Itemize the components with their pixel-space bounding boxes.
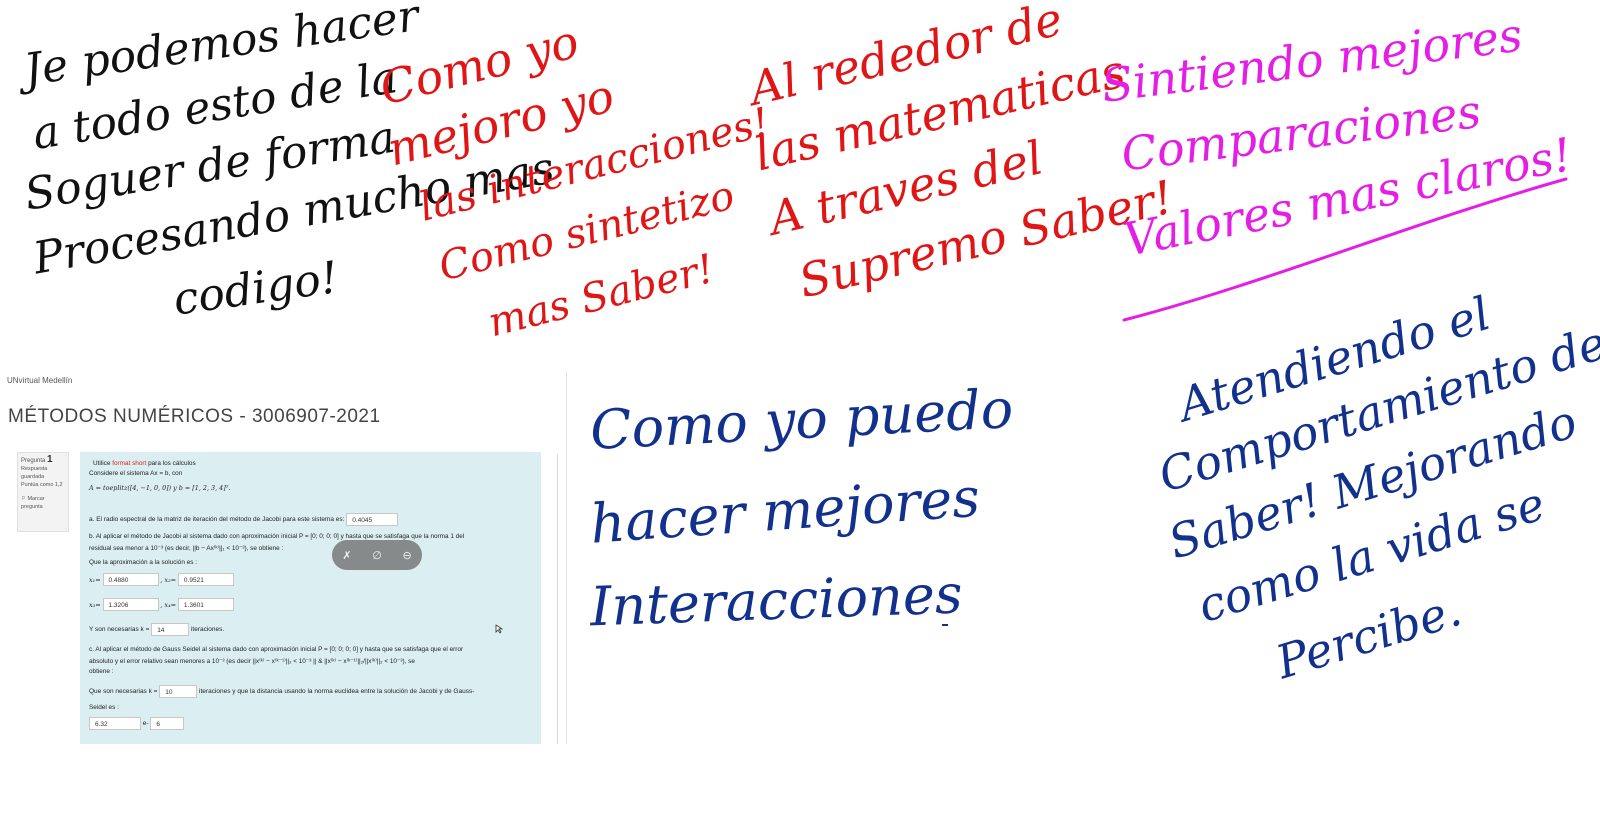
part-c-line3: obtiene : bbox=[89, 668, 114, 675]
more-options-icon[interactable]: ⊖ bbox=[402, 549, 411, 562]
x1-x2-row: x₁= 0.4880 , x₂= 0.9521 bbox=[89, 573, 234, 586]
x1-label: x₁= bbox=[89, 575, 101, 584]
intro-post: para los cálculos bbox=[148, 460, 196, 467]
question-label: Pregunta bbox=[21, 458, 46, 464]
question-number-value: 1 bbox=[47, 454, 53, 465]
x2-label: , x₂= bbox=[160, 575, 177, 584]
flag-question-link[interactable]: ⚐ Marcar pregunta bbox=[21, 495, 65, 511]
pin-off-icon[interactable]: ✗ bbox=[342, 549, 351, 562]
screen-share-controls: ✗ ∅ ⊖ bbox=[332, 540, 422, 570]
handwriting-blue-left: Como yo puedo hacer mejores Interaccione… bbox=[588, 375, 1014, 645]
mute-icon[interactable]: ∅ bbox=[372, 549, 382, 562]
distance-exponent-input[interactable]: 6 bbox=[150, 717, 185, 730]
gauss-iter-suffix: iteraciones y que la distancia usando la… bbox=[199, 688, 475, 695]
system-statement: Considere el sistema Ax = b, con bbox=[89, 470, 183, 477]
handwriting-line: Interacciones bbox=[589, 562, 964, 639]
mouse-cursor-icon bbox=[495, 624, 503, 634]
part-a-text: a. El radio espectral de la matriz de it… bbox=[89, 516, 345, 523]
x2-input[interactable]: 0.9521 bbox=[177, 573, 234, 586]
gauss-iter-label: Que son necesarias k = bbox=[89, 688, 158, 695]
handwriting-blue-right: Atendiendo el Comportamiento del Saber! … bbox=[1130, 286, 1600, 689]
intro-pre: Utilice bbox=[93, 460, 111, 467]
part-c-line5: Seidel es : bbox=[89, 704, 119, 711]
x1-input[interactable]: 0.4880 bbox=[102, 573, 159, 586]
jacobi-iter-suffix: iteraciones. bbox=[190, 626, 225, 633]
part-a-row: a. El radio espectral de la matriz de it… bbox=[89, 513, 399, 526]
x3-input[interactable]: 1.3206 bbox=[102, 598, 159, 611]
intro-line: Utilice format short para los cálculos bbox=[93, 460, 196, 467]
distance-row: 6.32 e- 6 bbox=[89, 717, 185, 730]
ink-dot bbox=[942, 624, 948, 626]
system-definition: A = toeplitz([4, −1, 0, 0]) y b = [1, 2,… bbox=[89, 484, 231, 492]
flag-icon: ⚐ bbox=[21, 496, 26, 502]
part-c-line2: absoluto y el error relativo sean menore… bbox=[89, 658, 415, 665]
gauss-iterations-input[interactable]: 10 bbox=[159, 685, 198, 698]
x4-input[interactable]: 1.3601 bbox=[177, 598, 234, 611]
format-short-link[interactable]: format short bbox=[112, 460, 146, 467]
jacobi-iter-label: Y son necesarias k = bbox=[89, 626, 150, 633]
spectral-radius-input[interactable]: 0.4045 bbox=[346, 513, 399, 526]
part-b-line2: residual sea menor a 10⁻³ (es decir, ||b… bbox=[89, 545, 284, 552]
jacobi-iterations-row: Y son necesarias k = 14 iteraciones. bbox=[89, 623, 224, 636]
gauss-iterations-row: Que son necesarias k = 10 iteraciones y … bbox=[89, 685, 474, 698]
handwriting-red-left: Como yo mejoro yo las interacciones! Com… bbox=[374, 10, 774, 346]
part-b-line1: b. Al aplicar el método de Jacobi al sis… bbox=[89, 533, 465, 540]
x3-x4-row: x₃= 1.3206 , x₄= 1.3601 bbox=[89, 598, 234, 611]
question-info-box: Pregunta 1 Respuesta guardada Puntúa com… bbox=[17, 452, 69, 532]
jacobi-iterations-input[interactable]: 14 bbox=[151, 623, 190, 636]
panel-divider bbox=[557, 454, 558, 744]
x3-label: x₃= bbox=[89, 600, 101, 609]
question-content: Utilice format short para los cálculos C… bbox=[80, 452, 541, 744]
exponent-label: e- bbox=[142, 720, 149, 727]
distance-mantissa-input[interactable]: 6.32 bbox=[89, 717, 141, 730]
question-score: Puntúa como 1,2 bbox=[21, 482, 63, 488]
part-c-line1: c. Al aplicar el método de Gauss Seidel … bbox=[89, 646, 464, 653]
course-title: MÉTODOS NUMÉRICOS - 3006907-2021 bbox=[8, 406, 381, 427]
x4-label: , x₄= bbox=[160, 600, 177, 609]
part-b-line3: Que la aproximación a la solución es : bbox=[89, 559, 197, 566]
question-number: Pregunta 1 bbox=[21, 454, 65, 465]
lms-quiz-panel: UNvirtual Medellín MÉTODOS NUMÉRICOS - 3… bbox=[0, 372, 567, 744]
site-name[interactable]: UNvirtual Medellín bbox=[7, 376, 72, 385]
question-status: Respuesta guardada bbox=[21, 466, 48, 480]
